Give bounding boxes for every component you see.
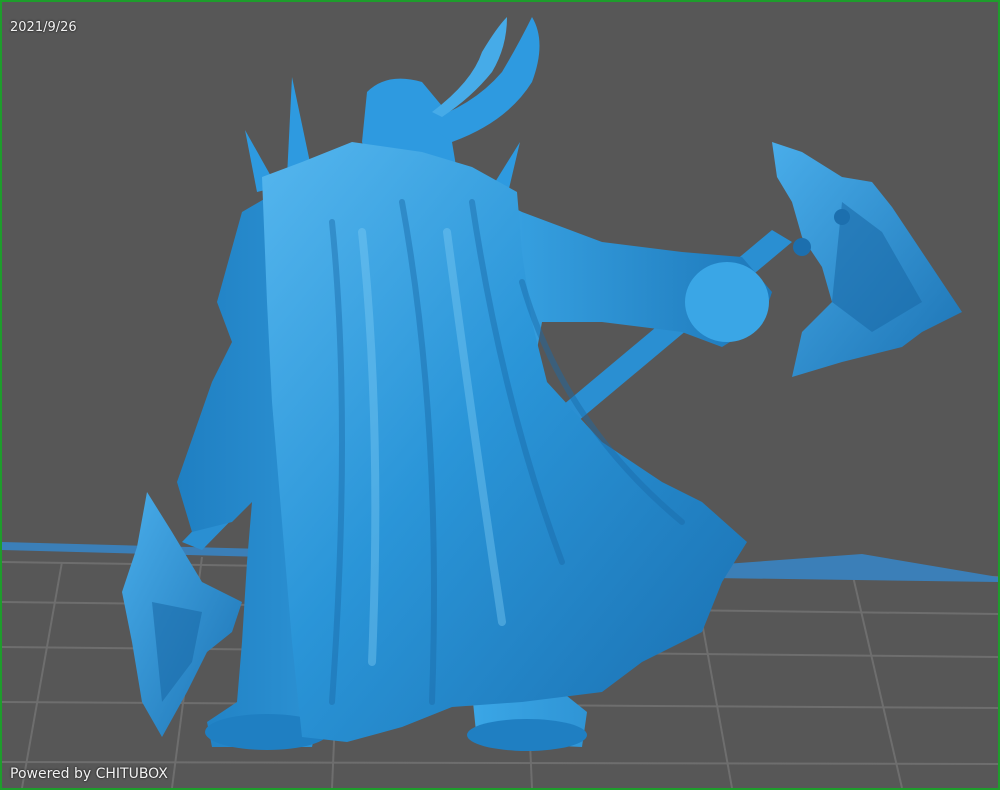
3d-viewport[interactable]: 2021/9/26 Powered by CHITUBOX: [0, 0, 1000, 790]
scene-canvas[interactable]: [2, 2, 998, 788]
date-stamp: 2021/9/26: [10, 20, 77, 35]
watermark-label: Powered by CHITUBOX: [10, 766, 168, 782]
